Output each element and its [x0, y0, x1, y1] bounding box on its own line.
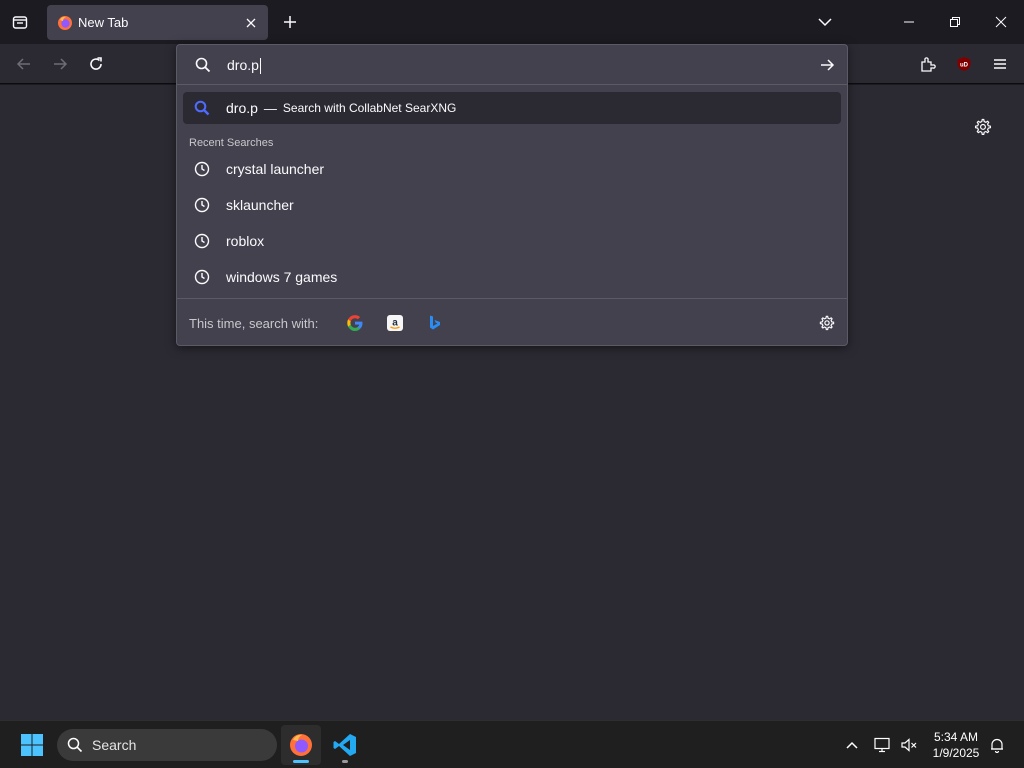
suggestion-separator: — [263, 100, 277, 116]
window-close-button[interactable] [978, 0, 1024, 44]
speaker-muted-icon [901, 738, 917, 752]
urlbar-panel: dro.p dro.p — Search with CollabNet Sear… [176, 44, 848, 346]
taskbar-vscode[interactable] [325, 725, 365, 765]
start-button[interactable] [16, 729, 48, 761]
search-settings-button[interactable] [815, 311, 839, 335]
svg-text:uD: uD [960, 63, 969, 69]
recent-search-item[interactable]: crystal launcher [183, 153, 841, 185]
urlbar-input-text: dro.p [227, 57, 259, 73]
recent-search-label: sklauncher [226, 197, 294, 213]
suggestion-query: dro.p [226, 100, 258, 116]
screen: New Tab uD dro.p dro.p — Search with Col… [0, 0, 1024, 768]
notifications-button[interactable] [985, 733, 1009, 757]
customize-new-tab-button[interactable] [971, 115, 995, 139]
bing-engine-button[interactable] [423, 311, 447, 335]
minimize-button[interactable] [886, 0, 932, 44]
bell-icon [991, 738, 1003, 753]
history-clock-icon [194, 161, 210, 177]
google-engine-button[interactable] [343, 311, 367, 335]
back-button[interactable] [10, 50, 38, 78]
ublock-origin-button[interactable]: uD [950, 50, 978, 78]
search-suggestion-selected[interactable]: dro.p — Search with CollabNet SearXNG [183, 92, 841, 124]
tab-close-button[interactable] [239, 11, 263, 35]
text-caret [259, 58, 261, 75]
gear-icon [974, 118, 992, 135]
reload-icon [90, 57, 102, 70]
taskbar: Search 5:34 AM 1/9/2025 [0, 720, 1024, 768]
arrow-right-icon [54, 58, 68, 70]
amazon-icon: a [387, 315, 403, 331]
recent-search-item[interactable]: windows 7 games [183, 261, 841, 293]
new-tab-button[interactable] [278, 10, 302, 34]
reload-button[interactable] [82, 50, 110, 78]
taskbar-search-box[interactable]: Search [57, 729, 277, 761]
restore-icon [950, 17, 960, 27]
recent-searches-label: Recent Searches [189, 137, 274, 149]
one-off-search-bar: This time, search with: a [177, 298, 847, 345]
windows-logo-icon [21, 734, 43, 756]
recent-search-label: roblox [226, 233, 265, 249]
search-icon [67, 737, 83, 753]
close-icon [246, 18, 256, 27]
search-icon [193, 55, 213, 75]
firefox-view-button[interactable] [8, 10, 32, 34]
forward-button[interactable] [46, 50, 74, 78]
hamburger-menu-icon [994, 59, 1006, 69]
network-button[interactable] [871, 733, 895, 757]
puzzle-icon [921, 57, 936, 72]
bing-icon [430, 315, 440, 330]
urlbar-input[interactable]: dro.p [227, 55, 787, 75]
one-off-label: This time, search with: [189, 316, 319, 331]
chevron-up-icon [846, 741, 858, 749]
suggestion-action: Search with CollabNet SearXNG [282, 101, 457, 115]
taskbar-search-label: Search [92, 737, 137, 753]
history-clock-icon [194, 269, 210, 285]
taskbar-clock[interactable]: 5:34 AM 1/9/2025 [924, 729, 988, 761]
network-monitor-icon [874, 737, 890, 753]
volume-button[interactable] [897, 733, 921, 757]
arrow-left-icon [16, 58, 30, 70]
close-icon [995, 16, 1007, 28]
urlbar-input-row: dro.p [177, 45, 847, 85]
tab-strip: New Tab [0, 0, 1024, 44]
running-app-indicator [342, 760, 348, 763]
svg-text:a: a [392, 318, 398, 329]
clock-time: 5:34 AM [933, 730, 979, 744]
tab-new-tab[interactable]: New Tab [47, 5, 268, 40]
tab-title: New Tab [78, 15, 129, 30]
recent-search-item[interactable]: sklauncher [183, 189, 841, 221]
google-icon [347, 315, 363, 331]
recent-search-label: crystal launcher [226, 161, 325, 177]
active-app-indicator [293, 760, 309, 763]
go-button[interactable] [815, 53, 839, 77]
minimize-icon [904, 21, 914, 23]
plus-icon [284, 16, 296, 28]
ublock-origin-icon: uD [957, 57, 971, 71]
vscode-icon [333, 734, 356, 756]
history-clock-icon [194, 233, 210, 249]
application-menu-button[interactable] [986, 50, 1014, 78]
firefox-view-icon [12, 16, 28, 29]
chevron-down-icon [818, 18, 832, 27]
gear-icon [819, 315, 835, 331]
restore-button[interactable] [932, 0, 978, 44]
clock-date: 1/9/2025 [932, 746, 980, 760]
arrow-right-icon [821, 59, 835, 71]
show-hidden-icons-button[interactable] [840, 733, 864, 757]
recent-search-item[interactable]: roblox [183, 225, 841, 257]
history-clock-icon [194, 197, 210, 213]
firefox-icon [290, 734, 312, 756]
amazon-engine-button[interactable]: a [383, 311, 407, 335]
firefox-icon [58, 15, 72, 30]
recent-search-label: windows 7 games [226, 269, 338, 285]
searxng-search-icon [194, 100, 210, 116]
list-all-tabs-button[interactable] [813, 10, 837, 34]
taskbar-firefox[interactable] [281, 725, 321, 765]
extensions-button[interactable] [914, 50, 942, 78]
